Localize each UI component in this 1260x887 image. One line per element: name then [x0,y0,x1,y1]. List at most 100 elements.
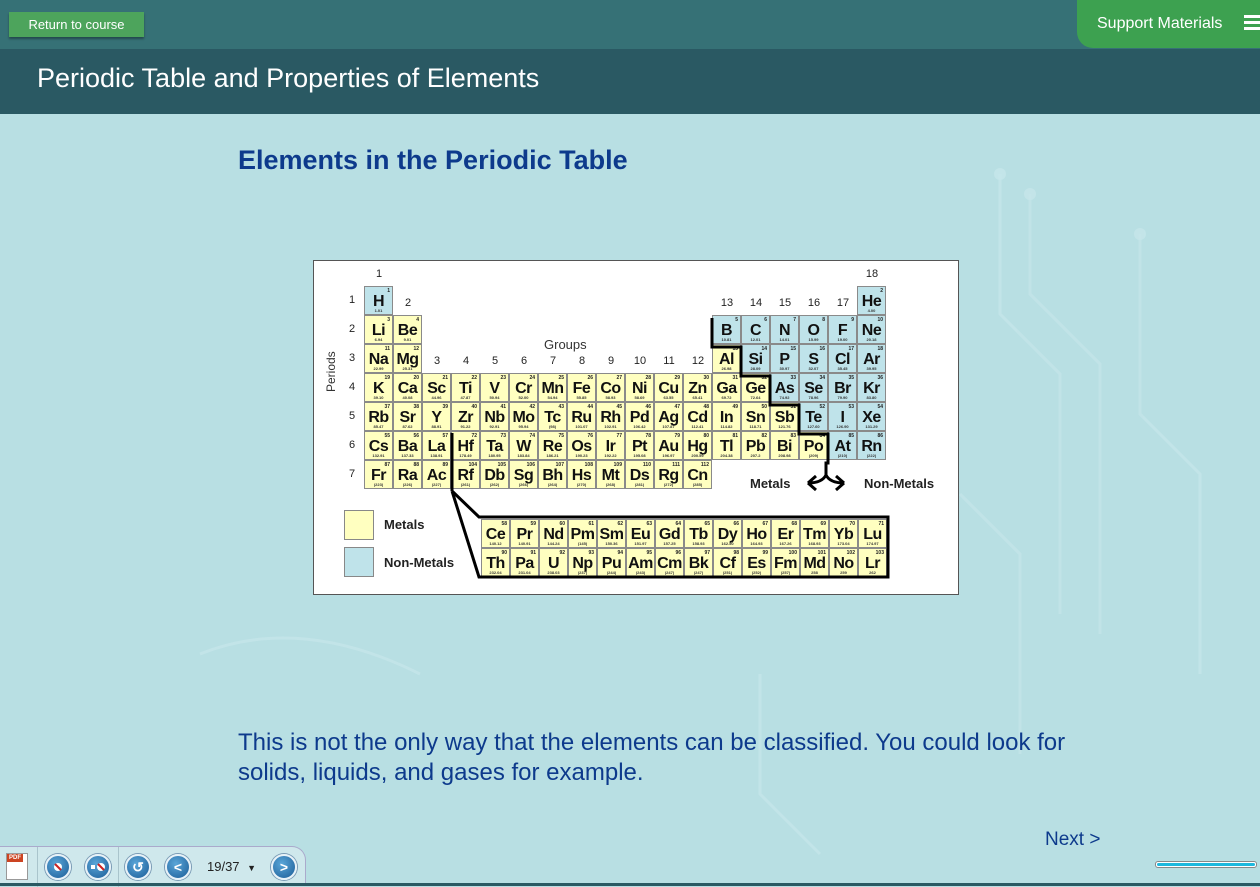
hamburger-menu-icon[interactable] [1244,15,1260,31]
next-page-button[interactable]: > [271,854,297,880]
group-label: 7 [549,355,557,367]
pdf-icon[interactable]: PDF [6,853,28,880]
atomic-mass: 63.55 [663,395,674,400]
previous-page-button[interactable]: < [165,854,191,880]
atomic-mass: 167.26 [779,541,792,546]
atomic-mass: 190.23 [575,453,588,458]
title-bar: Periodic Table and Properties of Element… [0,49,1260,114]
atomic-mass: 158.93 [692,541,705,546]
group-label: 5 [491,355,499,367]
group-label: 12 [691,355,705,367]
group-label: 17 [836,297,850,309]
support-materials-button[interactable]: Support Materials [1077,0,1260,48]
atomic-mass: 186.21 [546,453,559,458]
next-link[interactable]: Next > [1045,829,1100,851]
atomic-mass: 259 [840,570,847,575]
atomic-mass: 91.22 [460,424,471,429]
atomic-mass: 137.33 [401,453,414,458]
element-cell-tc: 43 Tc (98) [538,402,567,431]
replay-button[interactable]: ↺ [125,854,151,880]
atomic-mass: (223) [373,482,384,487]
groups-axis-label: Groups [544,337,587,352]
atomic-mass: 55.85 [576,395,587,400]
element-cell-md: 101 Md 258 [800,548,829,577]
period-label: 3 [348,352,356,364]
atomic-mass: 19.00 [837,337,848,342]
toolbar-divider [37,847,38,887]
element-cell-n: 7 N 14.01 [770,315,799,344]
element-cell-nd: 60 Nd 144.24 [539,519,568,548]
element-cell-tb: 65 Tb 158.93 [684,519,713,548]
atomic-mass: 44.96 [431,395,442,400]
atomic-mass: 208.98 [778,453,791,458]
element-cell-es: 99 Es (252) [742,548,771,577]
atomic-mass: 151.97 [634,541,647,546]
atomic-mass: 232.04 [489,570,502,575]
group-label: 1 [375,268,383,280]
element-cell-np: 93 Np (237) [568,548,597,577]
atomic-mass: (268) [605,482,616,487]
element-cell-lr: 103 Lr 262 [858,548,887,577]
atomic-mass: 144.24 [547,541,560,546]
element-cell-ru: 44 Ru 101.07 [567,402,596,431]
atomic-mass: 92.91 [489,424,500,429]
speaker-mute-icon [91,863,105,871]
element-cell-rg: 111 Rg (272) [654,460,683,489]
element-cell-si: 14 Si 28.09 [741,344,770,373]
atomic-mass: 65.41 [692,395,703,400]
atomic-mass: (237) [577,570,588,575]
atomic-mass: (281) [634,482,645,487]
atomic-mass: (272) [663,482,674,487]
element-cell-cm: 96 Cm (247) [655,548,684,577]
section-heading: Elements in the Periodic Table [238,145,628,175]
element-cell-ar: 18 Ar 39.95 [857,344,886,373]
atomic-mass: (227) [431,482,442,487]
group-label: 9 [607,355,615,367]
element-cell-nb: 41 Nb 92.91 [480,402,509,431]
group-label: 16 [807,297,821,309]
atomic-mass: 101.07 [575,424,588,429]
audio-mute-toggle-button[interactable] [45,854,71,880]
element-cell-rb: 37 Rb 85.47 [364,402,393,431]
atomic-mass: 262 [869,570,876,575]
group-label: 11 [663,355,675,367]
top-bar: Return to course Support Materials [0,0,1260,49]
atomic-mass: 132.91 [372,453,385,458]
return-to-course-button[interactable]: Return to course [9,12,144,37]
element-cell-as: 33 As 74.92 [770,373,799,402]
legend-metals-swatch [344,510,374,540]
element-cell-rf: 104 Rf (261) [451,460,480,489]
atomic-mass: (222) [866,453,877,458]
element-cell-ce: 58 Ce 140.12 [481,519,510,548]
atomic-mass: (226) [402,482,413,487]
pdf-tag: PDF [7,854,23,862]
atomic-mass: (285) [692,482,703,487]
element-cell-os: 76 Os 190.23 [567,431,596,460]
atomic-mass: 78.96 [808,395,819,400]
dropdown-caret-icon: ▼ [247,863,257,873]
element-cell-sb: 51 Sb 121.76 [770,402,799,431]
element-cell-br: 35 Br 79.90 [828,373,857,402]
atomic-mass: (145) [577,541,588,546]
atomic-mass: 195.08 [633,453,646,458]
element-cell-yb: 70 Yb 173.04 [829,519,858,548]
element-cell-pb: 82 Pb 207.2 [741,431,770,460]
atomic-mass: 192.22 [604,453,617,458]
page-indicator-dropdown[interactable]: 19/37 ▼ [207,859,256,874]
group-label: 14 [749,297,763,309]
group-label: 6 [520,355,528,367]
atomic-mass: (247) [664,570,675,575]
element-cell-ac: 89 Ac (227) [422,460,451,489]
atomic-mass: 72.64 [750,395,761,400]
element-cell-bi: 83 Bi 208.98 [770,431,799,460]
atomic-mass: 231.04 [518,570,531,575]
atomic-mass: 140.91 [518,541,531,546]
atomic-mass: 6.94 [374,337,383,342]
atomic-mass: 168.93 [808,541,821,546]
group-label: 15 [778,297,792,309]
atomic-mass: 12.01 [750,337,761,342]
narration-mute-button[interactable] [85,854,111,880]
element-cell-pu: 94 Pu (244) [597,548,626,577]
element-cell-mn: 25 Mn 54.94 [538,373,567,402]
element-cell-gd: 64 Gd 157.25 [655,519,684,548]
